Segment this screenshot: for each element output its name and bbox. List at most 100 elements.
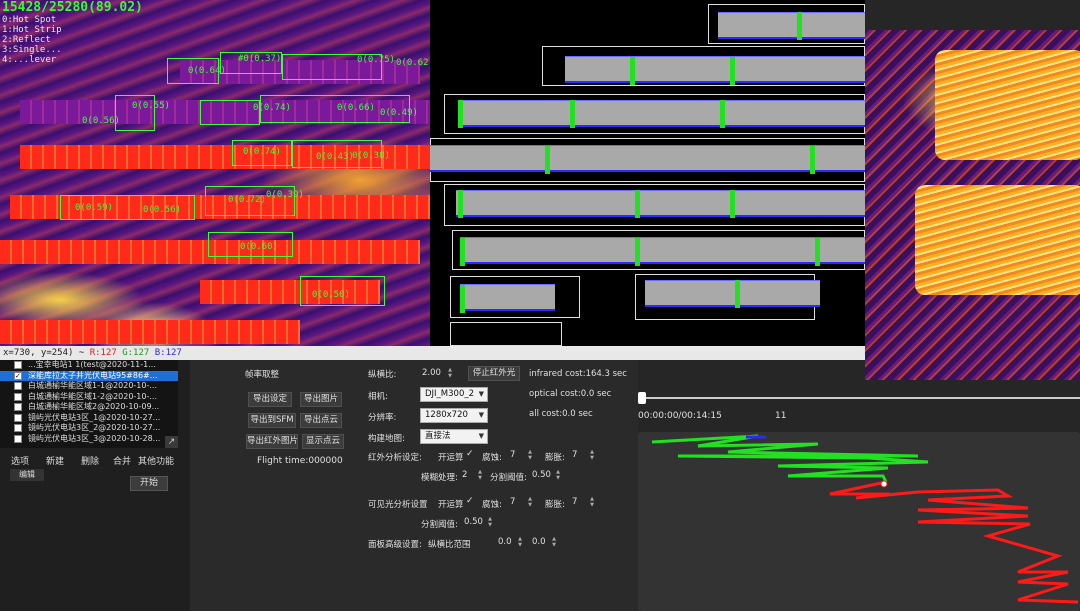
boundary-strip <box>797 12 802 40</box>
detection-label: 0(0.64) <box>188 66 226 76</box>
boundary-strip <box>635 238 640 266</box>
list-item-label: 镜屿光伏电站3区_1@2020-10-27... <box>28 412 161 422</box>
aspect-label: 纵横比: <box>368 370 397 380</box>
list-item-label: 白城通榆华能区域1-1@2020-10-... <box>28 381 158 390</box>
boundary-strip <box>815 238 820 266</box>
list-item[interactable]: ...宝幸电站1 1(test@2020-11-1... <box>0 360 178 371</box>
vis-erode-spinbox[interactable]: 7 ▲ ▼ <box>510 496 534 509</box>
spin-arrows-icon[interactable]: ▲ ▼ <box>516 536 524 549</box>
list-item-checkbox[interactable] <box>14 361 22 369</box>
frame-number: 11 <box>775 411 787 421</box>
aspect-spinbox[interactable]: 2.00 ▲ ▼ <box>422 367 454 380</box>
boundary-strip <box>630 57 635 85</box>
panel-mask <box>460 237 865 264</box>
options-button[interactable]: 选项 <box>5 455 35 469</box>
detection-label: 0(0.55) <box>132 101 170 111</box>
panel-mask <box>460 100 865 127</box>
export-sfm-button[interactable]: 导出到SFM <box>248 413 296 428</box>
chevron-down-icon: ▼ <box>478 390 484 398</box>
edit-tab[interactable]: 编辑 <box>10 469 44 481</box>
timeline-track[interactable] <box>638 397 1080 399</box>
aerial-thermal-view[interactable] <box>865 30 1080 380</box>
legend-item: 4:...lever <box>2 55 57 65</box>
aspect-range-min-spinbox[interactable]: 0.0 ▲ ▼ <box>498 536 524 549</box>
panel-mask <box>456 190 865 217</box>
list-item-checkbox[interactable]: ✓ <box>14 371 22 380</box>
camera-select[interactable]: DJI_M300_2 ▼ <box>420 387 488 402</box>
spin-arrows-icon[interactable]: ▲ ▼ <box>476 469 484 482</box>
segmentation-view[interactable] <box>430 0 865 346</box>
resolution-select[interactable]: 1280x720 ▼ <box>420 408 488 423</box>
merge-button[interactable]: 合并 <box>108 455 136 469</box>
legend-item: 3:Single... <box>2 45 62 55</box>
spin-arrows-icon[interactable]: ▲ ▼ <box>446 367 454 380</box>
list-item[interactable]: 白城通榆华能区域1-1@2020-10-... <box>0 381 178 392</box>
show-points-button[interactable]: 显示点云 <box>302 434 344 449</box>
resolution-label: 分辨率: <box>368 413 397 423</box>
list-item-checkbox[interactable] <box>14 392 22 401</box>
new-button[interactable]: 新建 <box>40 455 70 469</box>
more-functions-button[interactable]: 其他功能 <box>136 455 176 469</box>
ir-thresh-spinbox[interactable]: 0.50 ▲ ▼ <box>532 469 562 482</box>
camera-value: DJI_M300_2 <box>425 389 475 399</box>
panel-mask <box>645 280 820 307</box>
frame-skip-label[interactable]: 帧率取整 <box>245 368 279 380</box>
ir-blur-spinbox[interactable]: 2 ▲ ▼ <box>462 469 484 482</box>
spin-arrows-icon[interactable]: ▲ ▼ <box>486 516 494 529</box>
spin-arrows-icon[interactable]: ▲ ▼ <box>550 536 558 549</box>
aspect-range-max-spinbox[interactable]: 0.0 ▲ ▼ <box>532 536 558 549</box>
list-item[interactable]: 镜屿光伏电站3区_2@2020-10-27... <box>0 423 178 434</box>
boundary-strip <box>570 100 575 128</box>
list-item-label: 镜屿光伏电站3区_3@2020-10-28... <box>28 433 161 443</box>
boundary-strip <box>460 285 465 313</box>
export-settings-button[interactable]: 导出设定 <box>248 392 292 407</box>
vis-open-label: 开运算 <box>438 500 464 510</box>
map-select[interactable]: 直接法 ▼ <box>420 429 488 444</box>
drone-position-marker <box>880 480 888 488</box>
spin-arrows-icon[interactable]: ▲ ▼ <box>526 449 534 462</box>
export-images-button[interactable]: 导出图片 <box>300 392 342 407</box>
ir-dilate-spinbox[interactable]: 7 ▲ ▼ <box>572 449 596 462</box>
delete-button[interactable]: 删除 <box>75 455 105 469</box>
list-item-label: 白城通榆华能区域2@2020-10-09... <box>28 402 160 411</box>
boundary-strip <box>460 238 465 266</box>
list-item-checkbox[interactable] <box>14 434 22 443</box>
project-list[interactable]: ...宝幸电站1 1(test@2020-11-1... ✓ 深能库拉太子井光伏电站… <box>0 360 178 448</box>
vis-thresh-spinbox[interactable]: 0.50 ▲ ▼ <box>464 516 494 529</box>
vis-open-checkbox[interactable]: ✓ <box>466 496 474 506</box>
list-item-checkbox[interactable] <box>14 413 22 422</box>
detection-label: 0(0.56) <box>82 116 120 126</box>
thermal-image-view[interactable]: 15428/25280(89.02) 0:Hot Spot 1:Hot Stri… <box>0 0 430 346</box>
start-button[interactable]: 开始 <box>130 476 168 491</box>
aspect-range-min: 0.0 <box>498 537 512 547</box>
timeline-scrubber[interactable] <box>638 392 646 404</box>
ir-settings-label: 红外分析设定: <box>368 453 422 463</box>
flight-path-map[interactable] <box>638 432 1080 611</box>
spin-arrows-icon[interactable]: ▲ ▼ <box>588 449 596 462</box>
spin-arrows-icon[interactable]: ▲ ▼ <box>526 496 534 509</box>
list-item-checkbox[interactable] <box>14 382 22 390</box>
export-ir-images-button[interactable]: 导出红外图片 <box>246 434 298 449</box>
list-item[interactable]: 白城通榆华能区域1-2@2020-10-... <box>0 392 178 403</box>
spin-arrows-icon[interactable]: ▲ ▼ <box>554 469 562 482</box>
list-item-checkbox[interactable] <box>14 403 22 411</box>
aspect-range-max: 0.0 <box>532 537 546 547</box>
ir-erode-spinbox[interactable]: 7 ▲ ▼ <box>510 449 534 462</box>
export-points-button[interactable]: 导出点云 <box>300 413 342 428</box>
segment-box <box>450 322 562 346</box>
list-item[interactable]: ✓ 深能库拉太子井光伏电站95#86#... <box>0 370 178 381</box>
share-icon[interactable]: ↗ <box>165 436 178 448</box>
vis-dilate-value: 7 <box>572 497 578 507</box>
vis-erode-label: 腐蚀: <box>482 500 502 510</box>
stop-ir-button[interactable]: 停止红外光 <box>468 366 520 381</box>
detection-label: 0(0.43) <box>316 152 354 162</box>
list-item[interactable]: 白城通榆华能区域2@2020-10-09... <box>0 402 178 413</box>
vis-dilate-spinbox[interactable]: 7 ▲ ▼ <box>572 496 596 509</box>
list-item[interactable]: 镜屿光伏电站3区_1@2020-10-27... <box>0 413 178 424</box>
list-item[interactable]: 镜屿光伏电站3区_3@2020-10-28... <box>0 434 178 445</box>
list-item-checkbox[interactable] <box>14 424 22 432</box>
ir-open-checkbox[interactable]: ✓ <box>466 449 474 459</box>
chevron-down-icon: ▼ <box>478 411 484 419</box>
spin-arrows-icon[interactable]: ▲ ▼ <box>588 496 596 509</box>
ir-blur-value: 2 <box>462 470 468 480</box>
